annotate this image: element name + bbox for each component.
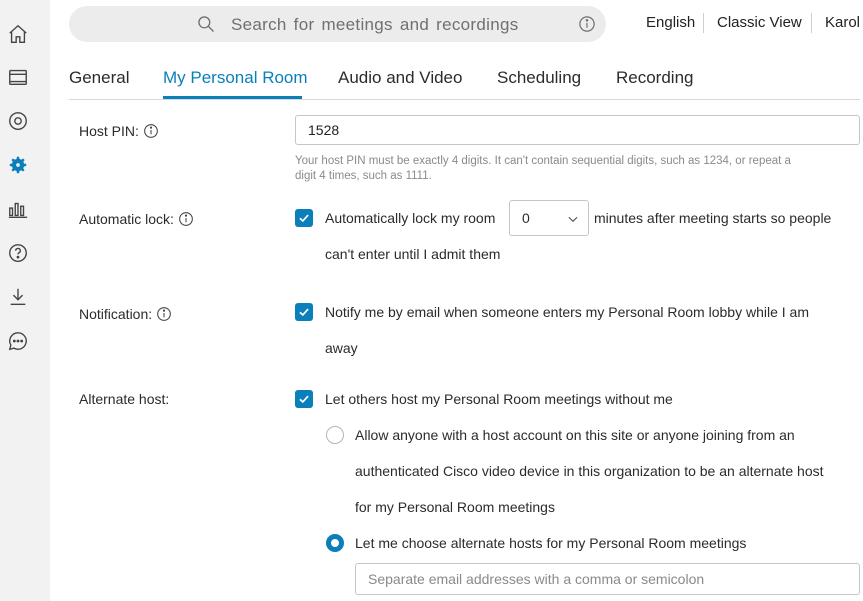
- automatic-lock-text-line2: can't enter until I admit them: [325, 246, 501, 262]
- host-pin-help-line: digit 4 times, such as 1111.: [295, 170, 432, 182]
- chat-icon[interactable]: [6, 329, 30, 353]
- lock-minutes-select[interactable]: 0: [509, 200, 589, 236]
- automatic-lock-text: Automatically lock my room: [325, 210, 496, 226]
- topnav-divider: [703, 13, 704, 33]
- alternate-host-text: Let others host my Personal Room meeting…: [325, 391, 673, 407]
- alternate-host-label-text: Alternate host:: [79, 391, 170, 407]
- calendar-icon[interactable]: [6, 65, 30, 89]
- tab-recording[interactable]: Recording: [616, 68, 694, 88]
- info-icon[interactable]: [178, 211, 194, 227]
- checkmark-icon: [299, 214, 309, 223]
- info-icon[interactable]: [143, 123, 159, 139]
- alternate-host-anyone-text: Allow anyone with a host account on this…: [355, 427, 795, 443]
- download-icon[interactable]: [6, 285, 30, 309]
- host-pin-help-line: Your host PIN must be exactly 4 digits. …: [295, 155, 791, 167]
- record-icon[interactable]: [6, 109, 30, 133]
- tab-my-personal-room[interactable]: My Personal Room: [163, 68, 308, 88]
- notification-checkbox[interactable]: [295, 303, 313, 321]
- search-placeholder[interactable]: Search for meetings and recordings: [231, 15, 519, 35]
- alternate-host-anyone-text: for my Personal Room meetings: [355, 499, 555, 515]
- lock-minutes-value: 0: [522, 210, 530, 226]
- host-pin-label: Host PIN:: [79, 123, 159, 139]
- checkmark-icon: [299, 395, 309, 404]
- automatic-lock-label-text: Automatic lock:: [79, 211, 174, 227]
- home-icon[interactable]: [6, 22, 30, 46]
- alternate-host-emails-input[interactable]: Separate email addresses with a comma or…: [355, 563, 860, 595]
- automatic-lock-checkbox[interactable]: [295, 209, 313, 227]
- left-rail: [0, 0, 50, 601]
- notification-label-text: Notification:: [79, 306, 153, 322]
- notification-text-line2: away: [325, 340, 358, 356]
- host-pin-label-text: Host PIN:: [79, 123, 139, 139]
- user-menu[interactable]: Karol: [825, 14, 860, 31]
- alternate-host-label: Alternate host:: [79, 391, 169, 407]
- host-pin-input[interactable]: 1528: [295, 115, 860, 145]
- checkmark-icon: [299, 308, 309, 317]
- analytics-icon[interactable]: [6, 197, 30, 221]
- alternate-host-choose-radio[interactable]: [326, 534, 344, 552]
- alternate-host-checkbox[interactable]: [295, 390, 313, 408]
- automatic-lock-text-after: minutes after meeting starts so people: [594, 210, 832, 226]
- tab-scheduling[interactable]: Scheduling: [497, 68, 581, 88]
- alternate-host-anyone-text: authenticated Cisco video device in this…: [355, 463, 824, 479]
- search-icon: [198, 16, 214, 32]
- notification-label: Notification:: [79, 306, 172, 322]
- language-link[interactable]: English: [646, 14, 695, 31]
- settings-tabs: General My Personal Room Audio and Video…: [69, 58, 860, 100]
- automatic-lock-label: Automatic lock:: [79, 211, 194, 227]
- notification-text: Notify me by email when someone enters m…: [325, 304, 809, 320]
- tab-general[interactable]: General: [69, 68, 129, 88]
- alternate-host-choose-text: Let me choose alternate hosts for my Per…: [355, 535, 747, 551]
- info-icon[interactable]: [156, 306, 172, 322]
- chevron-down-icon: [568, 216, 578, 223]
- topnav-divider: [811, 13, 812, 33]
- search-info-icon[interactable]: [578, 15, 596, 33]
- gear-icon[interactable]: [6, 153, 30, 177]
- search-bar[interactable]: Search for meetings and recordings: [69, 6, 606, 42]
- classic-view-link[interactable]: Classic View: [717, 14, 802, 31]
- help-icon[interactable]: [6, 241, 30, 265]
- tab-audio-and-video[interactable]: Audio and Video: [338, 68, 462, 88]
- alternate-host-anyone-radio[interactable]: [326, 426, 344, 444]
- active-tab-indicator: [163, 96, 302, 99]
- host-pin-help: Your host PIN must be exactly 4 digits. …: [295, 154, 855, 184]
